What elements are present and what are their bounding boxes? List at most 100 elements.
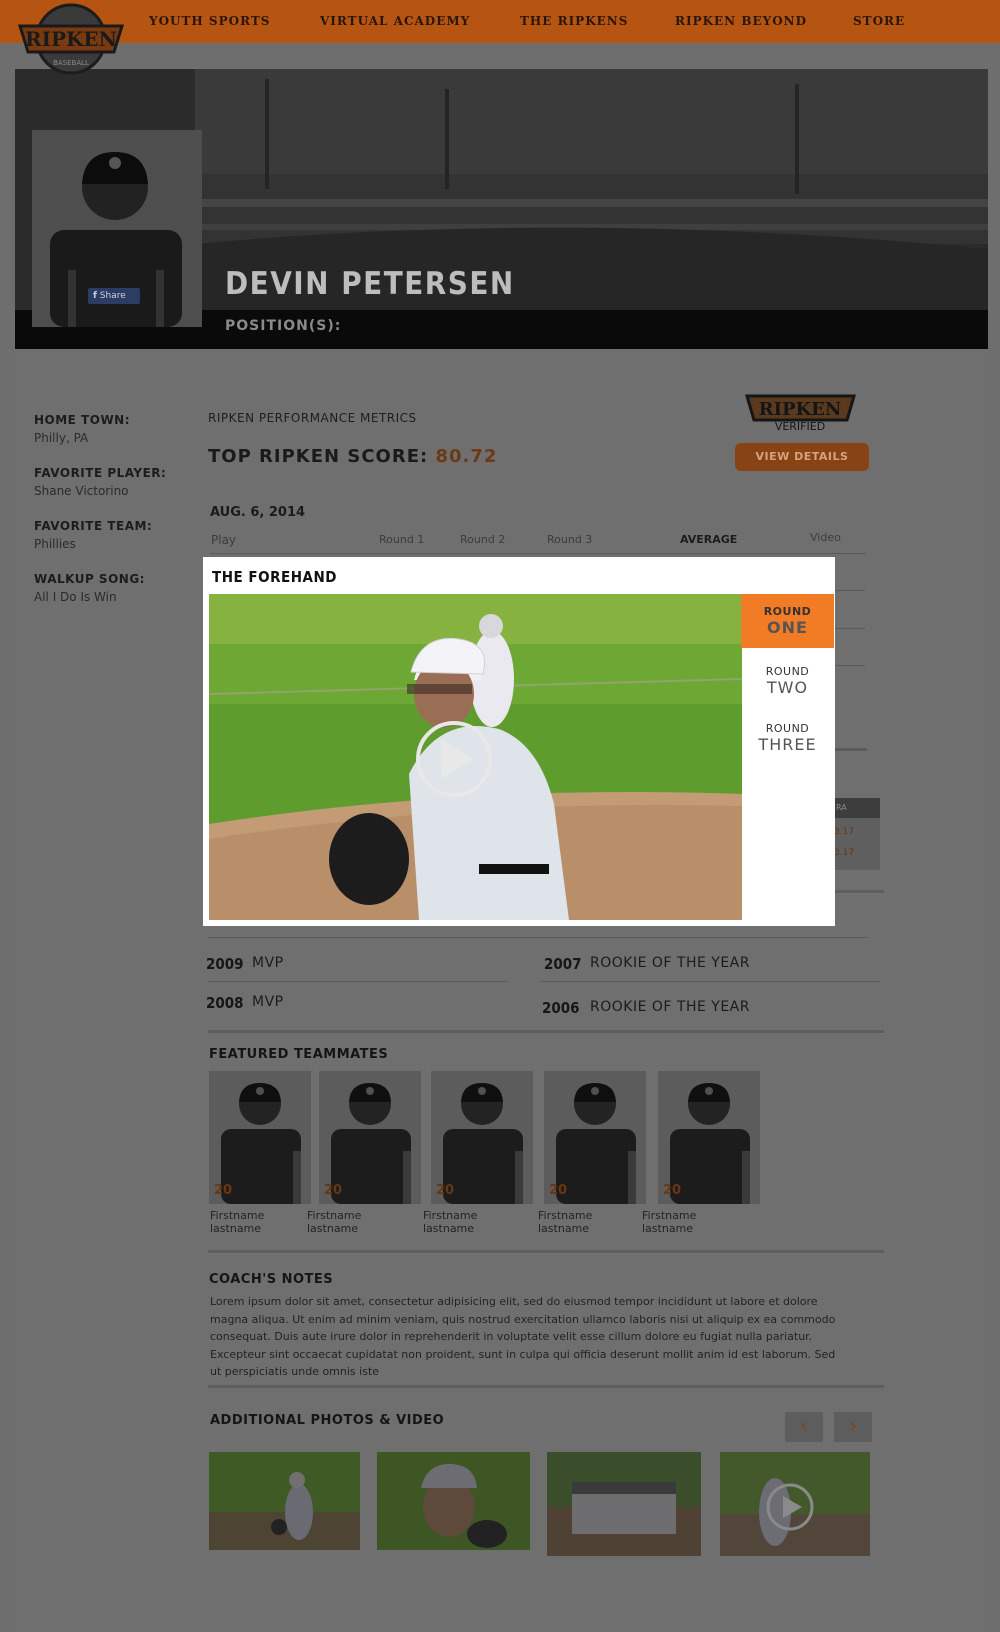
modal-title: THE FOREHAND	[212, 568, 337, 586]
teammate-name[interactable]: Firstname lastname	[423, 1209, 477, 1235]
ripken-verified-badge: RIPKEN VERIFIED	[745, 394, 856, 432]
teammate-name[interactable]: Firstname lastname	[307, 1209, 361, 1235]
teammate-first-name: Firstname	[538, 1209, 593, 1222]
team-photo	[547, 1452, 701, 1556]
walkup-song-label: WALKUP SONG:	[34, 572, 145, 586]
teammate-card[interactable]: 20	[658, 1071, 760, 1204]
teammate-card[interactable]: 20	[431, 1071, 533, 1204]
teammate-last-name: lastname	[538, 1222, 590, 1235]
col-average: AVERAGE	[680, 533, 738, 546]
share-label: Share	[99, 291, 126, 301]
history-rule	[540, 981, 880, 982]
history-rule	[208, 937, 868, 938]
round-tab-big: ONE	[767, 618, 808, 637]
pitcher-video-frame	[209, 594, 742, 920]
section-divider	[208, 1385, 884, 1388]
view-details-button[interactable]: VIEW DETAILS	[735, 443, 869, 471]
teammate-number: 20	[214, 1183, 233, 1198]
round-three-tab[interactable]: ROUND THREE	[741, 722, 834, 762]
col-round-2: Round 2	[460, 533, 506, 546]
teammate-card[interactable]: 20	[544, 1071, 646, 1204]
round-tab-big: TWO	[766, 678, 809, 697]
teammate-last-name: lastname	[642, 1222, 694, 1235]
favorite-player-value: Shane Victorino	[34, 484, 129, 498]
top-score-value: 80.72	[435, 446, 498, 467]
teammate-first-name: Firstname	[423, 1209, 478, 1222]
award-name: ROOKIE OF THE YEAR	[590, 999, 750, 1015]
media-next-button[interactable]: ›	[834, 1412, 872, 1442]
stats-side-value: 3.17	[834, 848, 855, 858]
table-header-rule	[210, 553, 866, 554]
video-player[interactable]	[209, 594, 742, 920]
table-row-rule	[835, 628, 865, 629]
metrics-title: RIPKEN PERFORMANCE METRICS	[208, 411, 417, 425]
round-two-tab[interactable]: ROUND TWO	[741, 665, 834, 705]
pitcher-photo	[209, 1452, 360, 1550]
facebook-share-button[interactable]: f Share	[88, 288, 140, 304]
section-divider	[208, 1250, 884, 1253]
award-year: 2008	[206, 994, 244, 1012]
metrics-date: AUG. 6, 2014	[210, 505, 306, 520]
media-thumbnail[interactable]	[377, 1452, 530, 1550]
facebook-icon: f	[93, 291, 97, 301]
home-town-value: Philly, PA	[34, 431, 89, 445]
chevron-right-icon: ›	[848, 1414, 858, 1439]
verified-bottom-text: VERIFIED	[775, 420, 825, 432]
nav-virtual-academy[interactable]: VIRTUAL ACADEMY	[320, 14, 470, 28]
award-name: ROOKIE OF THE YEAR	[590, 955, 750, 971]
coach-notes-text: Lorem ipsum dolor sit amet, consectetur …	[210, 1295, 836, 1378]
award-year: 2006	[542, 999, 580, 1017]
nav-the-ripkens[interactable]: THE RIPKENS	[520, 14, 628, 28]
media-thumbnail[interactable]	[720, 1452, 870, 1556]
round-one-tab[interactable]: ROUND ONE	[741, 594, 834, 648]
home-town-label: HOME TOWN:	[34, 413, 131, 427]
nav-store[interactable]: STORE	[853, 14, 905, 28]
award-year: 2009	[206, 955, 244, 973]
teammate-last-name: lastname	[210, 1222, 262, 1235]
award-name: MVP	[252, 994, 284, 1010]
top-score-label: TOP RIPKEN SCORE:	[208, 446, 429, 467]
media-thumbnail[interactable]	[547, 1452, 701, 1556]
media-thumbnail[interactable]	[209, 1452, 360, 1550]
verified-top-text: RIPKEN	[759, 399, 842, 420]
nav-youth-sports[interactable]: YOUTH SPORTS	[149, 14, 270, 28]
player-name: DEVIN PETERSEN	[225, 266, 515, 302]
teammate-number: 20	[549, 1183, 568, 1198]
teammate-name[interactable]: Firstname lastname	[642, 1209, 696, 1235]
stats-side-head: RA	[832, 798, 880, 818]
teammate-number: 20	[663, 1183, 682, 1198]
media-title: ADDITIONAL PHOTOS & VIDEO	[210, 1413, 445, 1428]
logo-sub: BASEBALL	[53, 59, 89, 67]
teammate-card[interactable]: 20	[209, 1071, 311, 1204]
teammate-card[interactable]: 20	[319, 1071, 421, 1204]
video-modal: THE FOREHAND ROUND ONE ROUND TWO ROUND T…	[203, 557, 835, 926]
top-score: TOP RIPKEN SCORE: 80.72	[208, 446, 497, 467]
teammates-title: FEATURED TEAMMATES	[209, 1047, 389, 1062]
round-tab-big: THREE	[758, 735, 817, 754]
ripken-logo[interactable]: RIPKEN BASEBALL	[14, 2, 128, 76]
history-rule	[208, 981, 508, 982]
award-name: MVP	[252, 955, 284, 971]
col-round-1: Round 1	[379, 533, 425, 546]
media-prev-button[interactable]: ‹	[785, 1412, 823, 1442]
teammate-name[interactable]: Firstname lastname	[210, 1209, 264, 1235]
logo-text: RIPKEN	[25, 27, 117, 51]
positions-label: POSITION(S):	[225, 318, 342, 334]
batter-photo	[377, 1452, 530, 1550]
col-round-3: Round 3	[547, 533, 593, 546]
teammate-first-name: Firstname	[642, 1209, 697, 1222]
award-year: 2007	[544, 955, 582, 973]
teammate-name[interactable]: Firstname lastname	[538, 1209, 592, 1235]
table-row-rule	[835, 665, 865, 666]
table-row-rule	[835, 590, 865, 591]
teammate-last-name: lastname	[423, 1222, 475, 1235]
teammate-first-name: Firstname	[307, 1209, 362, 1222]
round-tab-small: ROUND	[763, 605, 812, 618]
col-play: Play	[211, 533, 237, 547]
nav-ripken-beyond[interactable]: RIPKEN BEYOND	[675, 14, 807, 28]
pitcher-video-thumbnail	[720, 1452, 870, 1556]
walkup-song-value: All I Do Is Win	[34, 590, 117, 604]
teammate-number: 20	[324, 1183, 343, 1198]
coach-notes-title: COACH'S NOTES	[209, 1272, 334, 1287]
teammate-number: 20	[436, 1183, 455, 1198]
